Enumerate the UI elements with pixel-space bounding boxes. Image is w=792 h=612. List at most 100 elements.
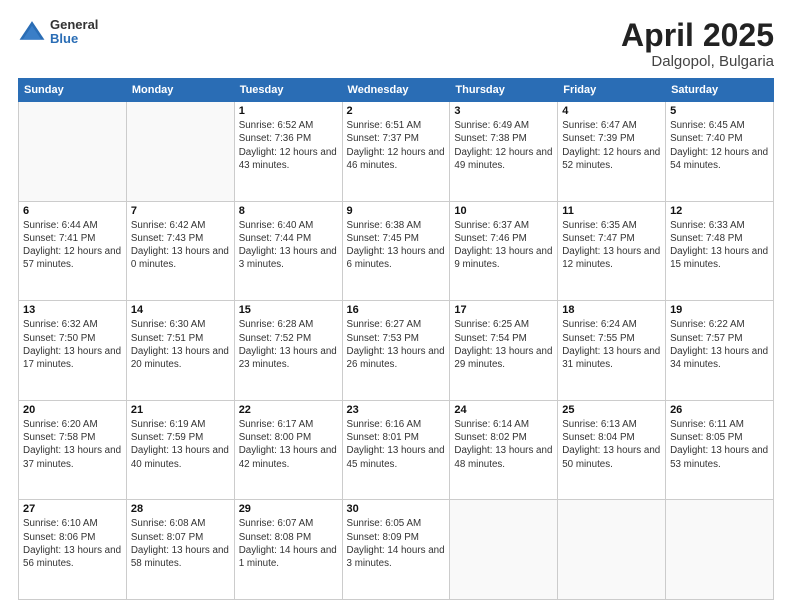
day-number: 24	[454, 404, 553, 416]
day-number: 2	[347, 105, 446, 117]
logo-blue-text: Blue	[50, 32, 98, 46]
day-info: Sunrise: 6:16 AM Sunset: 8:01 PM Dayligh…	[347, 418, 446, 471]
weekday-header: Tuesday	[234, 79, 342, 102]
day-number: 11	[562, 205, 661, 217]
day-info: Sunrise: 6:19 AM Sunset: 7:59 PM Dayligh…	[131, 418, 230, 471]
calendar-cell: 3 Sunrise: 6:49 AM Sunset: 7:38 PM Daylig…	[450, 102, 558, 202]
calendar-cell: 5 Sunrise: 6:45 AM Sunset: 7:40 PM Daylig…	[666, 102, 774, 202]
day-number: 17	[454, 304, 553, 316]
day-number: 28	[131, 503, 230, 515]
weekday-header: Sunday	[19, 79, 127, 102]
calendar-cell: 19 Sunrise: 6:22 AM Sunset: 7:57 PM Dayli…	[666, 301, 774, 401]
weekday-header: Monday	[126, 79, 234, 102]
calendar-week-row: 1 Sunrise: 6:52 AM Sunset: 7:36 PM Daylig…	[19, 102, 774, 202]
day-number: 6	[23, 205, 122, 217]
calendar-week-row: 20Sunrise: 6:20 AM Sunset: 7:58 PM Dayli…	[19, 400, 774, 500]
calendar-week-row: 13 Sunrise: 6:32 AM Sunset: 7:50 PM Dayli…	[19, 301, 774, 401]
day-info: Sunrise: 6:13 AM Sunset: 8:04 PM Dayligh…	[562, 418, 661, 471]
day-number: 16	[347, 304, 446, 316]
weekday-header: Saturday	[666, 79, 774, 102]
day-info: Sunrise: 6:35 AM Sunset: 7:47 PM Dayligh…	[562, 219, 661, 272]
calendar-cell: 2 Sunrise: 6:51 AM Sunset: 7:37 PM Daylig…	[342, 102, 450, 202]
calendar-week-row: 27 Sunrise: 6:10 AM Sunset: 8:06 PM Dayli…	[19, 500, 774, 600]
day-info: Sunrise: 6:30 AM Sunset: 7:51 PM Dayligh…	[131, 318, 230, 371]
day-number: 9	[347, 205, 446, 217]
day-info: Sunrise: 6:14 AM Sunset: 8:02 PM Dayligh…	[454, 418, 553, 471]
day-number: 10	[454, 205, 553, 217]
day-number: 3	[454, 105, 553, 117]
calendar-cell: 16 Sunrise: 6:27 AM Sunset: 7:53 PM Dayli…	[342, 301, 450, 401]
calendar-cell	[126, 102, 234, 202]
calendar-cell: 18Sunrise: 6:24 AM Sunset: 7:55 PM Dayli…	[558, 301, 666, 401]
calendar-cell: 4 Sunrise: 6:47 AM Sunset: 7:39 PM Daylig…	[558, 102, 666, 202]
calendar-cell: 27 Sunrise: 6:10 AM Sunset: 8:06 PM Dayli…	[19, 500, 127, 600]
calendar-cell	[558, 500, 666, 600]
day-number: 19	[670, 304, 769, 316]
day-number: 8	[239, 205, 338, 217]
logo: General Blue	[18, 18, 98, 47]
calendar-week-row: 6Sunrise: 6:44 AM Sunset: 7:41 PM Daylig…	[19, 201, 774, 301]
day-info: Sunrise: 6:51 AM Sunset: 7:37 PM Dayligh…	[347, 119, 446, 172]
day-info: Sunrise: 6:10 AM Sunset: 8:06 PM Dayligh…	[23, 517, 122, 570]
day-info: Sunrise: 6:45 AM Sunset: 7:40 PM Dayligh…	[670, 119, 769, 172]
day-info: Sunrise: 6:49 AM Sunset: 7:38 PM Dayligh…	[454, 119, 553, 172]
day-info: Sunrise: 6:52 AM Sunset: 7:36 PM Dayligh…	[239, 119, 338, 172]
calendar-cell: 1 Sunrise: 6:52 AM Sunset: 7:36 PM Daylig…	[234, 102, 342, 202]
weekday-header: Friday	[558, 79, 666, 102]
calendar-cell: 14Sunrise: 6:30 AM Sunset: 7:51 PM Dayli…	[126, 301, 234, 401]
day-number: 26	[670, 404, 769, 416]
day-number: 1	[239, 105, 338, 117]
logo-icon	[18, 18, 46, 46]
calendar-cell	[666, 500, 774, 600]
day-info: Sunrise: 6:07 AM Sunset: 8:08 PM Dayligh…	[239, 517, 338, 570]
title-block: April 2025 Dalgopol, Bulgaria	[621, 18, 774, 70]
calendar-cell: 8Sunrise: 6:40 AM Sunset: 7:44 PM Daylig…	[234, 201, 342, 301]
day-info: Sunrise: 6:22 AM Sunset: 7:57 PM Dayligh…	[670, 318, 769, 371]
day-info: Sunrise: 6:47 AM Sunset: 7:39 PM Dayligh…	[562, 119, 661, 172]
day-info: Sunrise: 6:37 AM Sunset: 7:46 PM Dayligh…	[454, 219, 553, 272]
day-number: 13	[23, 304, 122, 316]
calendar-cell: 29 Sunrise: 6:07 AM Sunset: 8:08 PM Dayli…	[234, 500, 342, 600]
day-info: Sunrise: 6:24 AM Sunset: 7:55 PM Dayligh…	[562, 318, 661, 371]
day-number: 23	[347, 404, 446, 416]
day-info: Sunrise: 6:32 AM Sunset: 7:50 PM Dayligh…	[23, 318, 122, 371]
day-info: Sunrise: 6:27 AM Sunset: 7:53 PM Dayligh…	[347, 318, 446, 371]
calendar-cell: 9 Sunrise: 6:38 AM Sunset: 7:45 PM Daylig…	[342, 201, 450, 301]
calendar-cell: 7Sunrise: 6:42 AM Sunset: 7:43 PM Daylig…	[126, 201, 234, 301]
day-number: 5	[670, 105, 769, 117]
day-info: Sunrise: 6:38 AM Sunset: 7:45 PM Dayligh…	[347, 219, 446, 272]
day-number: 4	[562, 105, 661, 117]
day-info: Sunrise: 6:17 AM Sunset: 8:00 PM Dayligh…	[239, 418, 338, 471]
calendar-cell: 30 Sunrise: 6:05 AM Sunset: 8:09 PM Dayli…	[342, 500, 450, 600]
calendar-cell: 25 Sunrise: 6:13 AM Sunset: 8:04 PM Dayli…	[558, 400, 666, 500]
day-number: 29	[239, 503, 338, 515]
day-number: 21	[131, 404, 230, 416]
calendar-cell: 10 Sunrise: 6:37 AM Sunset: 7:46 PM Dayli…	[450, 201, 558, 301]
day-info: Sunrise: 6:11 AM Sunset: 8:05 PM Dayligh…	[670, 418, 769, 471]
day-number: 25	[562, 404, 661, 416]
logo-general-text: General	[50, 18, 98, 32]
header: General Blue April 2025 Dalgopol, Bulgar…	[18, 18, 774, 70]
calendar-cell: 17Sunrise: 6:25 AM Sunset: 7:54 PM Dayli…	[450, 301, 558, 401]
calendar-cell: 11 Sunrise: 6:35 AM Sunset: 7:47 PM Dayli…	[558, 201, 666, 301]
calendar-table: SundayMondayTuesdayWednesdayThursdayFrid…	[18, 78, 774, 600]
title-month: April 2025	[621, 18, 774, 53]
day-number: 7	[131, 205, 230, 217]
day-number: 12	[670, 205, 769, 217]
title-location: Dalgopol, Bulgaria	[621, 53, 774, 70]
calendar-cell	[450, 500, 558, 600]
calendar-cell: 20Sunrise: 6:20 AM Sunset: 7:58 PM Dayli…	[19, 400, 127, 500]
calendar-cell: 26 Sunrise: 6:11 AM Sunset: 8:05 PM Dayli…	[666, 400, 774, 500]
day-number: 27	[23, 503, 122, 515]
day-info: Sunrise: 6:05 AM Sunset: 8:09 PM Dayligh…	[347, 517, 446, 570]
day-info: Sunrise: 6:33 AM Sunset: 7:48 PM Dayligh…	[670, 219, 769, 272]
day-number: 22	[239, 404, 338, 416]
calendar-header-row: SundayMondayTuesdayWednesdayThursdayFrid…	[19, 79, 774, 102]
calendar-cell: 23 Sunrise: 6:16 AM Sunset: 8:01 PM Dayli…	[342, 400, 450, 500]
day-info: Sunrise: 6:20 AM Sunset: 7:58 PM Dayligh…	[23, 418, 122, 471]
day-number: 30	[347, 503, 446, 515]
calendar-cell: 22 Sunrise: 6:17 AM Sunset: 8:00 PM Dayli…	[234, 400, 342, 500]
day-info: Sunrise: 6:28 AM Sunset: 7:52 PM Dayligh…	[239, 318, 338, 371]
calendar-cell: 15 Sunrise: 6:28 AM Sunset: 7:52 PM Dayli…	[234, 301, 342, 401]
day-number: 15	[239, 304, 338, 316]
